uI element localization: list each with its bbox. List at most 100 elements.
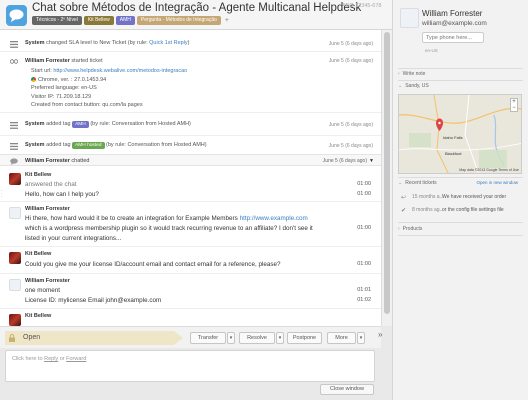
ip-info: Visitor IP: 71.209.18.129 bbox=[31, 93, 92, 100]
log-time: June 5 (6 days ago) bbox=[328, 58, 373, 64]
zoom-out-icon[interactable]: − bbox=[512, 105, 516, 111]
avatar bbox=[9, 173, 21, 185]
contact-email: william@example.com bbox=[422, 20, 487, 27]
message-author: William Forrester bbox=[25, 206, 70, 212]
chevron-down-icon[interactable]: ▼ bbox=[369, 158, 374, 164]
map-credits: Map data ©2013 Google Terms of Use bbox=[459, 168, 519, 172]
log-text: System added tag AMH (by rule: Conversat… bbox=[25, 121, 191, 128]
ticket-when: 8 months ag... bbox=[412, 207, 444, 213]
message-line: Hello, how can I help you? bbox=[25, 191, 99, 198]
message-line: one moment bbox=[25, 287, 61, 294]
message-link[interactable]: http://www.example.com bbox=[240, 215, 308, 222]
chat-icon bbox=[10, 158, 18, 165]
message-line: License ID: mylicense Email john@example… bbox=[25, 297, 162, 304]
chat-header[interactable]: William Forrester chatted June 5 (6 days… bbox=[0, 154, 381, 166]
products-section[interactable]: › Products bbox=[398, 226, 422, 232]
reply-box[interactable]: Click here to Reply or Forward bbox=[5, 350, 375, 382]
lock-icon bbox=[9, 334, 15, 342]
divider bbox=[398, 222, 523, 223]
scrollbar-thumb[interactable] bbox=[384, 32, 390, 314]
ticket-subject: or the config file settings file bbox=[442, 207, 504, 213]
chat-bubble-icon bbox=[6, 5, 27, 26]
message-line: listed in your current integrations... bbox=[25, 235, 122, 242]
map-place: Idaho Falls bbox=[443, 135, 463, 140]
tag-list: Técnicos - 2º Nível Kit Bellew AMH Pergu… bbox=[32, 16, 229, 25]
phone-input[interactable] bbox=[422, 32, 484, 43]
map-place: Blackfoot bbox=[445, 151, 462, 156]
start-url: Start url: http://www.helpdesk.webalive.… bbox=[31, 68, 188, 74]
chat-message: William Forrester Hi there, how hard wou… bbox=[0, 203, 381, 247]
recent-ticket-row[interactable]: ✔ 8 months ag... or the config file sett… bbox=[398, 205, 523, 217]
tag-pergunta[interactable]: Pergunta - Métodos de Integração bbox=[136, 16, 221, 25]
location-section[interactable]: ⌄ Sandy, US bbox=[398, 83, 429, 89]
reply-link[interactable]: Reply bbox=[44, 356, 58, 362]
more-button[interactable]: More bbox=[327, 332, 356, 344]
chat-message: Kit Bellew Could you give me your licens… bbox=[0, 248, 381, 274]
log-text: System changed SLA level to New Ticket (… bbox=[25, 40, 190, 46]
message-time: 01:00 bbox=[357, 261, 371, 267]
message-author: Kit Bellew bbox=[25, 251, 52, 257]
log-time: June 5 (6 days ago) bbox=[328, 122, 373, 128]
log-entry: System added tag AMH (by rule: Conversat… bbox=[0, 114, 381, 136]
chevron-right-icon: › bbox=[398, 71, 400, 77]
divider bbox=[398, 68, 523, 69]
chat-message: Kit Bellew answered the chat Hello, how … bbox=[0, 169, 381, 202]
divider bbox=[398, 235, 523, 236]
write-note-section[interactable]: › Write note bbox=[398, 71, 425, 77]
log-text: System added tag AMH hosted (by rule: Co… bbox=[25, 142, 207, 149]
reply-placeholder: Click here to Reply or Forward bbox=[12, 356, 87, 362]
transfer-dropdown[interactable]: ▾ bbox=[227, 332, 235, 344]
status-label: Open bbox=[23, 334, 41, 341]
chat-message: William Forrester one moment License ID:… bbox=[0, 275, 381, 309]
resize-grip-icon[interactable]: · · · bbox=[1, 189, 3, 200]
tag-level[interactable]: Técnicos - 2º Nível bbox=[32, 16, 82, 25]
more-dropdown[interactable]: ▾ bbox=[357, 332, 365, 344]
open-new-window-link[interactable]: Open in new window bbox=[476, 180, 518, 185]
message-time: 01:01 bbox=[357, 287, 371, 293]
resolve-dropdown[interactable]: ▾ bbox=[276, 332, 284, 344]
log-time: June 5 (6 days ago) bbox=[328, 41, 373, 47]
recent-ticket-row[interactable]: ↩ 15 months a... We have received your o… bbox=[398, 192, 523, 204]
rule-link[interactable]: Quick 1st Reply bbox=[149, 40, 188, 46]
tag-badge: AMH bbox=[72, 121, 89, 128]
contact-name[interactable]: William Forrester bbox=[422, 9, 482, 18]
postpone-button[interactable]: Postpone bbox=[287, 332, 322, 344]
created-info: Created from contact button: qu.com/la p… bbox=[31, 102, 143, 108]
tag-agent[interactable]: Kit Bellew bbox=[83, 16, 114, 25]
chat-header-text: William Forrester chatted bbox=[25, 158, 90, 164]
chat-message: Kit Bellew bbox=[0, 310, 381, 326]
list-icon bbox=[10, 122, 18, 129]
message-line: which is a wordpress membership plugin s… bbox=[25, 225, 313, 232]
message-line: answered the chat bbox=[25, 181, 77, 188]
map-zoom-control[interactable]: + − bbox=[510, 98, 518, 112]
list-icon bbox=[10, 41, 18, 48]
language-info: Preferred language: en-US bbox=[31, 85, 97, 91]
collapse-chevron-icon[interactable]: » bbox=[378, 330, 382, 339]
check-icon: ✔ bbox=[401, 208, 407, 214]
tag-badge: AMH hosted bbox=[72, 142, 105, 149]
message-time: 01:00 bbox=[357, 181, 371, 187]
forward-link[interactable]: Forward bbox=[66, 356, 86, 362]
message-time: 01:00 bbox=[357, 225, 371, 231]
status-open[interactable]: Open bbox=[5, 331, 183, 345]
location-map[interactable]: Idaho Falls Blackfoot + − Map data ©2013 … bbox=[398, 94, 522, 174]
divider bbox=[398, 80, 523, 81]
browser-info: Chrome, ver. : 27.0.1453.94 bbox=[31, 76, 187, 85]
transfer-button[interactable]: Transfer bbox=[190, 332, 226, 344]
chevron-right-icon: › bbox=[398, 226, 400, 232]
avatar bbox=[9, 207, 21, 219]
close-window-button[interactable]: Close window bbox=[320, 384, 374, 395]
visitor-info: Start url: http://www.helpdesk.webalive.… bbox=[31, 67, 187, 110]
start-url-link[interactable]: http://www.helpdesk.webalive.com/metodos… bbox=[53, 68, 187, 74]
tag-amh[interactable]: AMH bbox=[115, 16, 135, 25]
chevron-down-icon: ⌄ bbox=[398, 180, 403, 186]
resolve-button[interactable]: Resolve bbox=[239, 332, 275, 344]
message-author: William Forrester bbox=[25, 278, 70, 284]
message-line: Hi there, how hard would it be to create… bbox=[25, 215, 308, 222]
recent-tickets-section[interactable]: ⌄ Recent tickets bbox=[398, 180, 437, 186]
avatar bbox=[400, 8, 419, 28]
add-tag-button[interactable]: + bbox=[225, 17, 229, 24]
feed-scrollbar[interactable] bbox=[381, 30, 392, 326]
list-icon bbox=[10, 143, 18, 150]
conversation-feed[interactable]: System changed SLA level to New Ticket (… bbox=[0, 30, 381, 326]
